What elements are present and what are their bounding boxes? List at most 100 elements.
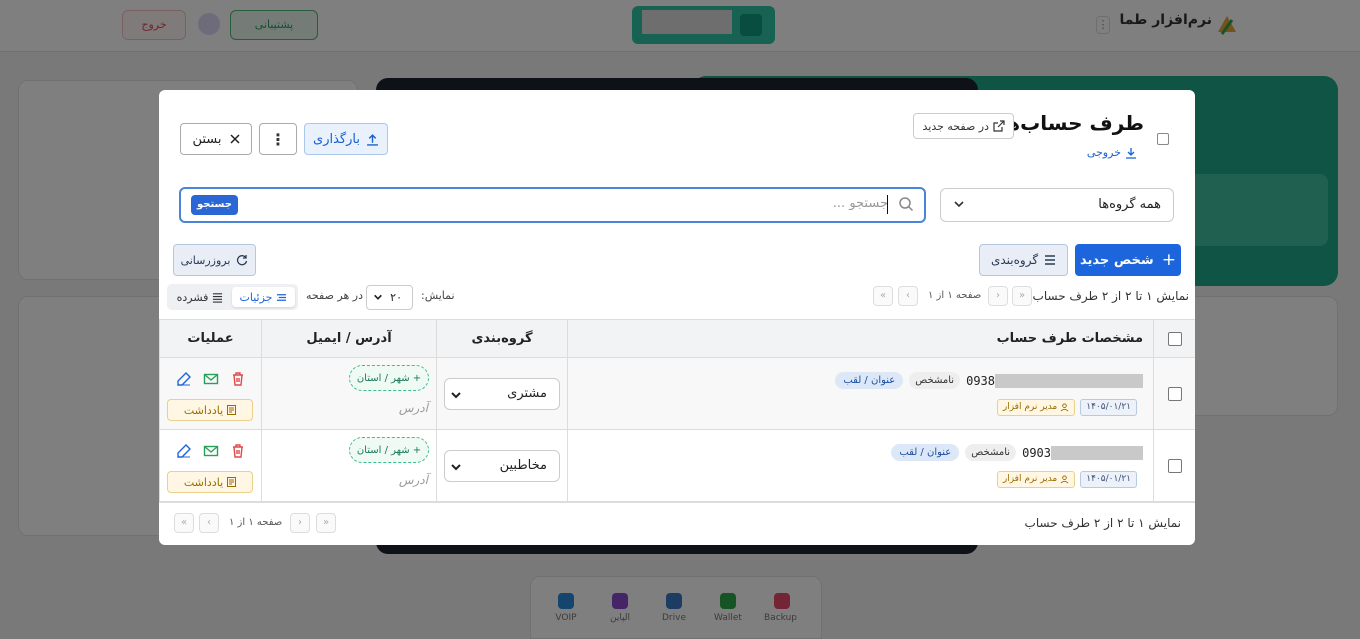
table-header-row: مشخصات طرف حساب گروه‌بندی آدرس / ایمیل ع…: [159, 319, 1195, 358]
delete-icon[interactable]: [230, 371, 246, 387]
more-options-button[interactable]: ⋮: [259, 123, 297, 155]
spec-cell: 0938 نامشخص عنوان / لقب ۱۴۰۵/۰۱/۲۱ مدیر …: [567, 357, 1154, 430]
edit-icon[interactable]: [176, 371, 192, 387]
search-button[interactable]: جستجو: [191, 195, 238, 215]
view-toggle: جزئیات فشرده: [167, 284, 298, 310]
close-icon: [230, 134, 240, 144]
chevron-down-icon: [451, 464, 461, 471]
grouping-button[interactable]: گروه‌بندی: [979, 244, 1068, 276]
unknown-chip[interactable]: نامشخص: [909, 372, 961, 389]
new-person-button[interactable]: + شخص جدید: [1075, 244, 1181, 276]
per-page-select[interactable]: ۲۰: [366, 285, 413, 310]
email-icon[interactable]: [203, 371, 219, 387]
group-filter-value: همه گروه‌ها: [1098, 197, 1161, 212]
add-city-chip[interactable]: + شهر / استان: [349, 437, 429, 463]
add-city-chip[interactable]: + شهر / استان: [349, 365, 429, 391]
page-indicator: صفحه ۱ از ۱: [928, 290, 982, 301]
ops-cell: یادداشت: [159, 357, 262, 430]
creator-tag: مدیر نرم افزار: [996, 399, 1076, 416]
note-button[interactable]: یادداشت: [167, 471, 253, 493]
list-icon: [1045, 255, 1056, 265]
pager-summary: نمایش ۱ تا ۲ از ۲ طرف حساب: [1032, 289, 1189, 303]
row-checkbox[interactable]: [1167, 386, 1182, 401]
footer-first-page-button[interactable]: «: [316, 513, 336, 533]
accounts-modal: طرف حساب‌ها در صفحه جدید خروجی بارگذاری …: [159, 90, 1195, 545]
spec-cell: 0903 نامشخص عنوان / لقب ۱۴۰۵/۰۱/۲۱ مدیر …: [567, 429, 1154, 502]
details-icon: [277, 293, 287, 301]
unknown-chip[interactable]: نامشخص: [965, 444, 1017, 461]
refresh-button[interactable]: بروزرسانی: [173, 244, 256, 276]
edit-icon[interactable]: [176, 443, 192, 459]
address-placeholder[interactable]: آدرس: [399, 473, 428, 487]
row-checkbox[interactable]: [1167, 458, 1182, 473]
group-cell: مخاطبین: [436, 429, 568, 502]
refresh-icon: [237, 255, 248, 266]
chevron-down-icon: [374, 294, 382, 300]
open-new-page-button[interactable]: در صفحه جدید: [913, 113, 1014, 139]
group-select[interactable]: مخاطبین: [444, 450, 560, 482]
phone-number[interactable]: 0903: [1022, 445, 1143, 460]
search-placeholder: جستجو ...: [832, 196, 888, 211]
select-all-checkbox[interactable]: [1167, 331, 1182, 346]
accounts-table: مشخصات طرف حساب گروه‌بندی آدرس / ایمیل ع…: [159, 319, 1195, 502]
footer-next-page-button[interactable]: ›: [199, 513, 219, 533]
first-page-button[interactable]: «: [1012, 286, 1032, 306]
date-tag: ۱۴۰۵/۰۱/۲۱: [1080, 399, 1137, 416]
next-page-button[interactable]: ›: [898, 286, 918, 306]
chevron-down-icon: [451, 392, 461, 399]
search-icon: [899, 197, 914, 212]
creator-tag: مدیر نرم افزار: [996, 471, 1076, 488]
table-row[interactable]: 0903 نامشخص عنوان / لقب ۱۴۰۵/۰۱/۲۱ مدیر …: [159, 429, 1195, 502]
close-button[interactable]: بستن: [180, 123, 252, 155]
delete-icon[interactable]: [230, 443, 246, 459]
user-icon: [1060, 403, 1069, 412]
per-page-suffix: در هر صفحه: [306, 289, 363, 302]
user-icon: [1060, 475, 1069, 484]
date-tag: ۱۴۰۵/۰۱/۲۱: [1080, 471, 1137, 488]
table-row[interactable]: 0938 نامشخص عنوان / لقب ۱۴۰۵/۰۱/۲۱ مدیر …: [159, 357, 1195, 430]
upload-icon: [367, 133, 378, 146]
phone-number[interactable]: 0938: [966, 373, 1143, 388]
column-group: گروه‌بندی: [436, 319, 568, 358]
modal-select-checkbox[interactable]: [1157, 133, 1169, 145]
search-input[interactable]: جستجو ... جستجو: [179, 187, 926, 223]
column-address: آدرس / ایمیل: [261, 319, 437, 358]
note-button[interactable]: یادداشت: [167, 399, 253, 421]
ops-cell: یادداشت: [159, 429, 262, 502]
column-spec: مشخصات طرف حساب: [567, 319, 1154, 358]
details-view-button[interactable]: جزئیات: [232, 287, 295, 307]
title-chip[interactable]: عنوان / لقب: [891, 444, 960, 461]
address-cell: + شهر / استان آدرس: [261, 357, 437, 430]
redacted-block: [995, 373, 1143, 388]
group-cell: مشتری: [436, 357, 568, 430]
address-placeholder[interactable]: آدرس: [399, 401, 428, 415]
compact-view-button[interactable]: فشرده: [171, 287, 229, 307]
group-filter-select[interactable]: همه گروه‌ها: [940, 188, 1174, 222]
compact-icon: [213, 292, 223, 303]
footer-last-page-button[interactable]: »: [174, 513, 194, 533]
export-link[interactable]: خروجی: [1087, 146, 1137, 159]
plus-icon: +: [1161, 250, 1176, 270]
more-vertical-icon: ⋮: [270, 129, 286, 149]
select-all-cell: [1153, 319, 1195, 358]
group-select[interactable]: مشتری: [444, 378, 560, 410]
last-page-button[interactable]: »: [873, 286, 893, 306]
external-link-icon: [993, 120, 1005, 132]
text-caret: [887, 195, 888, 214]
show-label: نمایش:: [421, 289, 455, 302]
address-cell: + شهر / استان آدرس: [261, 429, 437, 502]
footer-prev-page-button[interactable]: ‹: [290, 513, 310, 533]
note-icon: [227, 477, 237, 487]
footer-page-indicator: صفحه ۱ از ۱: [229, 517, 283, 528]
note-icon: [227, 405, 237, 415]
download-icon: [1126, 147, 1136, 159]
prev-page-button[interactable]: ‹: [988, 286, 1008, 306]
title-chip[interactable]: عنوان / لقب: [835, 372, 904, 389]
row-select-cell: [1153, 357, 1195, 430]
table-footer: نمایش ۱ تا ۲ از ۲ طرف حساب « ‹ صفحه ۱ از…: [159, 502, 1195, 545]
column-ops: عملیات: [159, 319, 262, 358]
footer-summary: نمایش ۱ تا ۲ از ۲ طرف حساب: [1024, 516, 1181, 530]
email-icon[interactable]: [203, 443, 219, 459]
redacted-block: [1051, 445, 1143, 460]
upload-button[interactable]: بارگذاری: [304, 123, 388, 155]
